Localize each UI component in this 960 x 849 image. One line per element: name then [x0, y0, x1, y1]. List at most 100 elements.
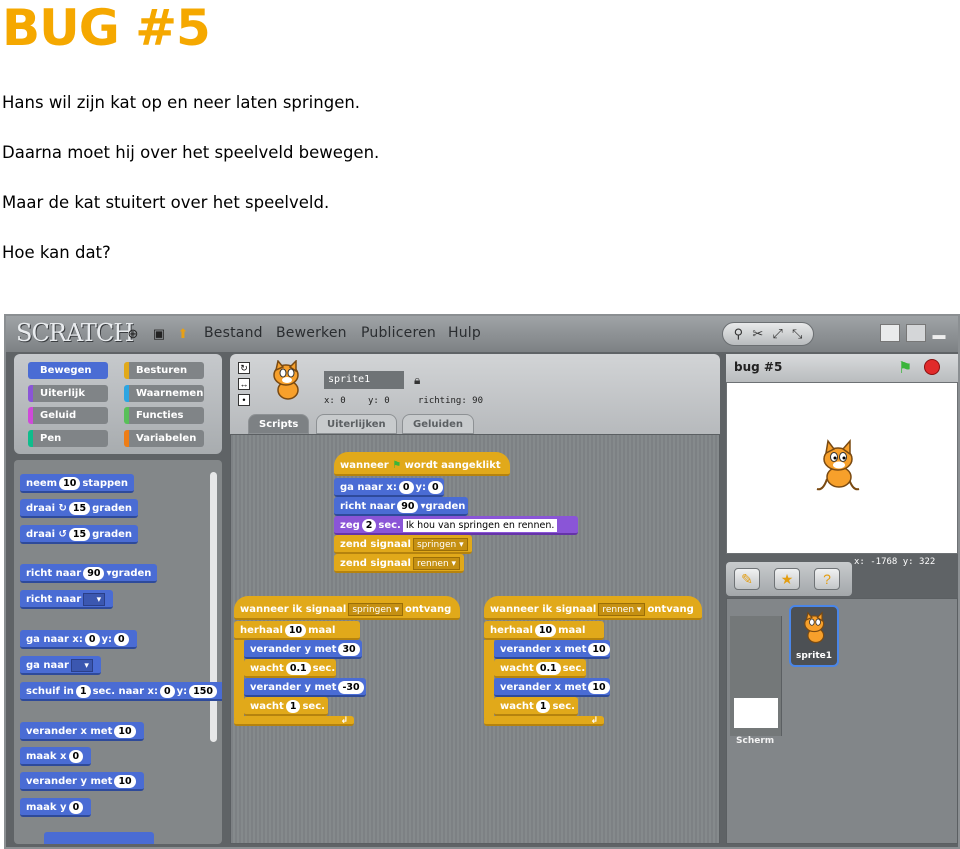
block-ga-naar-xy[interactable]: ga naar x: 0 y: 0 [334, 478, 444, 497]
block-wacht[interactable]: wacht 1 sec. [244, 697, 328, 716]
block-verander-x[interactable]: verander x met 10 [494, 640, 610, 659]
stage-thumbnail-panel [730, 616, 782, 736]
stage-title: bug #5 [734, 360, 783, 374]
category-bewegen[interactable]: Bewegen [28, 362, 108, 379]
block-palette: neem 10 stappen draai ↻ 15 graden draai ↺ 15 g… [14, 460, 222, 844]
save-icon[interactable]: ▣ [150, 325, 168, 343]
block-herhaal[interactable]: herhaal 10 maal [484, 621, 604, 640]
presentation-icon[interactable]: ▬ [930, 325, 948, 343]
document-title: BUG #5 [2, 0, 211, 57]
grow-icon[interactable]: ⤢ [772, 326, 782, 342]
document-line: Daarna moet hij over het speelveld beweg… [2, 143, 380, 162]
stop-icon[interactable] [924, 359, 940, 375]
block-verander-x[interactable]: verander x met 10 [494, 678, 610, 697]
hat-receive-springen[interactable]: wanneer ik signaal springen ▾ ontvang [234, 596, 460, 620]
category-pen[interactable]: Pen [28, 430, 108, 447]
document-line: Hans wil zijn kat op en neer laten sprin… [2, 93, 361, 112]
block-herhaal[interactable]: herhaal 10 maal [234, 621, 360, 640]
category-uiterlijk[interactable]: Uiterlijk [28, 385, 108, 402]
block-richt-naar[interactable]: richt naar 90 ▾graden [20, 564, 158, 583]
block-verander-y[interactable]: verander y met -30 [244, 678, 366, 697]
green-flag-icon[interactable]: ⚑ [898, 358, 912, 378]
tab-scripts[interactable]: Scripts [248, 414, 310, 434]
menu-bewerken[interactable]: Bewerken [276, 325, 347, 341]
flip-style-icon[interactable]: ↔ [238, 378, 250, 390]
block-richt-naar[interactable]: richt naar 90 ▾graden [334, 497, 468, 516]
sprite-cat-icon [273, 360, 299, 400]
category-variabelen[interactable]: Variabelen [124, 430, 204, 447]
share-icon[interactable]: ⬆ [174, 325, 192, 343]
block-verander-x[interactable]: verander x met 10 [20, 722, 144, 741]
menu-bestand[interactable]: Bestand [204, 325, 263, 341]
block-verander-y[interactable]: verander y met 30 [244, 640, 362, 659]
loop-end: ↲ [234, 716, 354, 726]
category-functies[interactable]: Functies [124, 407, 204, 424]
random-sprite-icon[interactable]: ? [814, 568, 840, 590]
sprite-thumbnail[interactable]: sprite1 [789, 605, 839, 667]
block-wacht[interactable]: wacht 0.1 sec. [244, 659, 336, 678]
tab-geluiden[interactable]: Geluiden [402, 414, 475, 434]
block-neem-stappen[interactable]: neem 10 stappen [20, 474, 135, 493]
no-rotate-icon[interactable]: • [238, 394, 250, 406]
green-flag-icon: ⚑ [392, 460, 402, 471]
block-zend-signaal-rennen[interactable]: zend signaal rennen ▾ [334, 554, 464, 573]
loop-arm [484, 640, 494, 718]
new-sprite-toolbar: ✎ ★ ? [726, 562, 852, 596]
stage-header: bug #5 ⚑ [726, 354, 958, 382]
delete-icon[interactable]: ✂ [752, 326, 763, 342]
block-schuif-in[interactable]: schuif in 1 sec. naar x: 0 y: 150 [20, 682, 222, 701]
stage-thumbnail[interactable] [734, 698, 778, 728]
mouse-coordinates: x: -1768 y: 322 [854, 557, 936, 567]
globe-icon[interactable]: ⊕ [124, 325, 142, 343]
menu-publiceren[interactable]: Publiceren [361, 325, 436, 341]
document-line: Maar de kat stuitert over het speelveld. [2, 193, 330, 212]
sprite-y: y: 0 [368, 396, 390, 406]
document-line: Hoe kan dat? [2, 243, 111, 262]
duplicate-icon[interactable]: ⚲ [734, 326, 744, 342]
block-maak-y[interactable]: maak y0 [20, 798, 92, 817]
stage-cat-sprite[interactable] [813, 439, 865, 495]
shrink-icon[interactable]: ⤡ [792, 326, 802, 342]
block-draai-links[interactable]: draai ↺ 15 graden [20, 525, 139, 544]
block-ga-naar-xy[interactable]: ga naar x: 0 y: 0 [20, 630, 137, 649]
stage[interactable] [726, 382, 958, 554]
hat-receive-rennen[interactable]: wanneer ik signaal rennen ▾ ontvang [484, 596, 702, 620]
category-waarnemen[interactable]: Waarnemen [124, 385, 204, 402]
rotate-ccw-icon: ↺ [58, 529, 67, 540]
stage-thumbnail-label: Scherm [736, 736, 775, 746]
sprite-name-field[interactable]: sprite1 [324, 371, 404, 389]
category-geluid[interactable]: Geluid [28, 407, 108, 424]
block-richt-naar-sprite[interactable]: richt naar ▾ [20, 590, 114, 609]
block-zeg[interactable]: zeg 2 sec. Ik hou van springen en rennen. [334, 516, 578, 535]
block-draai-rechts[interactable]: draai ↻ 15 graden [20, 499, 139, 518]
block-partial[interactable] [44, 832, 154, 844]
dropdown-arrow-icon: ▾ [83, 592, 106, 606]
palette-scrollbar[interactable] [210, 472, 217, 742]
block-ga-naar[interactable]: ga naar ▾ [20, 656, 101, 675]
scratch-window: SCRATCH ⊕ ▣ ⬆ Bestand Bewerken Publicere… [4, 314, 960, 849]
block-verander-y[interactable]: verander y met 10 [20, 772, 144, 791]
rotate-cw-icon: ↻ [58, 503, 67, 514]
menu-hulp[interactable]: Hulp [448, 325, 481, 341]
sprite-thumbnail-label: sprite1 [796, 651, 832, 661]
block-zend-signaal-springen[interactable]: zend signaal springen ▾ [334, 535, 472, 554]
menu-bar: SCRATCH ⊕ ▣ ⬆ Bestand Bewerken Publicere… [6, 316, 958, 352]
stage-layout-icon[interactable] [880, 324, 900, 342]
loop-arm [234, 640, 244, 718]
tab-uiterlijken[interactable]: Uiterlijken [316, 414, 397, 434]
category-besturen[interactable]: Besturen [124, 362, 204, 379]
block-maak-x[interactable]: maak x0 [20, 747, 92, 766]
dropdown-arrow-icon: ▾ [70, 658, 93, 672]
hat-when-flag-clicked[interactable]: wanneer ⚑ wordt aangeklikt [334, 452, 510, 476]
block-wacht[interactable]: wacht 0.1 sec. [494, 659, 586, 678]
scratch-logo: SCRATCH [16, 319, 134, 347]
loop-end: ↲ [484, 716, 604, 726]
choose-sprite-icon[interactable]: ★ [774, 568, 800, 590]
paint-sprite-icon[interactable]: ✎ [734, 568, 760, 590]
lock-icon[interactable]: 🔒︎ [414, 373, 420, 388]
cursor-tools: ⚲ ✂ ⤢ ⤡ [722, 322, 814, 346]
sprite-direction: richting: 90 [418, 396, 484, 406]
block-wacht[interactable]: wacht 1 sec. [494, 697, 578, 716]
small-stage-icon[interactable] [906, 324, 926, 342]
rotate-style-icon[interactable]: ↻ [238, 362, 250, 374]
